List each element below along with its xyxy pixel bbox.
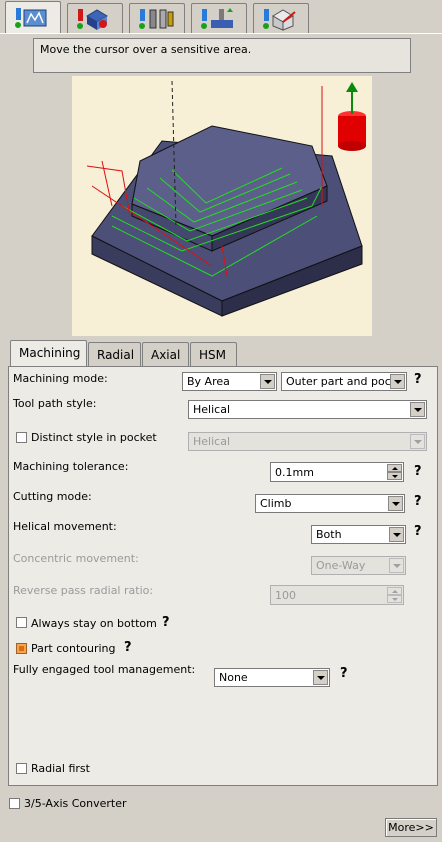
chevron-down-icon[interactable] [410, 402, 425, 417]
cutting-mode-value: Climb [260, 497, 292, 510]
reverse-pass-value: 100 [275, 589, 296, 602]
machining-area-select[interactable]: Outer part and pock [281, 372, 407, 391]
tool-path-style-label: Tool path style: [13, 397, 97, 410]
concentric-movement-value: One-Way [316, 559, 366, 572]
tab-radial-label: Radial [97, 348, 135, 362]
axis-converter-label: 3/5-Axis Converter [24, 797, 127, 810]
machining-mode-label: Machining mode: [13, 372, 108, 385]
macros-tab-icon [263, 8, 296, 31]
geometry-tab-icon [77, 8, 108, 30]
axis-converter-checkbox[interactable] [9, 798, 20, 809]
macros-tab[interactable] [253, 3, 309, 33]
feeds-speeds-tab[interactable] [191, 3, 247, 33]
distinct-style-select: Helical [188, 432, 427, 451]
tab-hsm[interactable]: HSM [190, 342, 237, 366]
hint-box: Move the cursor over a sensitive area. [33, 38, 411, 73]
tab-axial[interactable]: Axial [142, 342, 189, 366]
tolerance-input[interactable]: 0.1mm [270, 462, 404, 482]
distinct-style-checkbox[interactable] [16, 432, 27, 443]
spin-up-icon [387, 587, 402, 595]
always-bottom-checkbox[interactable] [16, 617, 27, 628]
tool-tab-icon [139, 8, 174, 29]
fully-engaged-label: Fully engaged tool management: [13, 663, 196, 676]
help-icon[interactable]: ? [414, 372, 422, 387]
chevron-down-icon[interactable] [388, 496, 403, 511]
hint-text: Move the cursor over a sensitive area. [40, 43, 252, 56]
tab-machining-label: Machining [19, 346, 81, 360]
chevron-down-icon[interactable] [313, 670, 328, 685]
tool-path-style-select[interactable]: Helical [188, 400, 427, 419]
helical-movement-label: Helical movement: [13, 520, 117, 533]
always-bottom-label: Always stay on bottom [31, 617, 157, 630]
tab-hsm-label: HSM [199, 348, 226, 362]
radial-first-checkbox[interactable] [16, 763, 27, 774]
concentric-movement-label: Concentric movement: [13, 552, 139, 565]
distinct-style-value: Helical [193, 435, 230, 448]
fully-engaged-value: None [219, 671, 248, 684]
tolerance-label: Machining tolerance: [13, 460, 129, 473]
tab-axial-label: Axial [151, 348, 181, 362]
tool-path-style-value: Helical [193, 403, 230, 416]
reverse-pass-input: 100 [270, 585, 404, 605]
radial-first-label: Radial first [31, 762, 90, 775]
tool-tab[interactable] [129, 3, 185, 33]
machining-panel [8, 366, 438, 786]
part-contouring-label: Part contouring [31, 642, 116, 655]
strategy-tab-icon [15, 7, 47, 28]
cutting-mode-select[interactable]: Climb [255, 494, 405, 513]
tab-radial[interactable]: Radial [88, 342, 141, 366]
spin-up-icon[interactable] [387, 464, 402, 472]
distinct-style-label: Distinct style in pocket [31, 431, 157, 444]
reverse-pass-label: Reverse pass radial ratio: [13, 584, 154, 597]
cutting-mode-label: Cutting mode: [13, 490, 92, 503]
help-icon[interactable]: ? [414, 464, 422, 479]
helical-movement-select[interactable]: Both [311, 525, 406, 544]
strategy-tab[interactable] [5, 1, 61, 33]
chevron-down-icon [410, 434, 425, 449]
chevron-down-icon[interactable] [390, 374, 405, 389]
chevron-down-icon [389, 558, 404, 573]
tolerance-value: 0.1mm [275, 466, 314, 479]
feeds-speeds-tab-icon [201, 7, 233, 29]
tab-machining[interactable]: Machining [10, 340, 87, 367]
helical-movement-value: Both [316, 528, 342, 541]
machining-mode-value: By Area [187, 375, 230, 388]
tab-separator [0, 33, 442, 34]
machining-mode-select[interactable]: By Area [182, 372, 277, 391]
help-icon[interactable]: ? [414, 494, 422, 509]
chevron-down-icon[interactable] [260, 374, 275, 389]
spin-down-icon[interactable] [387, 472, 402, 480]
fully-engaged-select[interactable]: None [214, 668, 330, 687]
help-icon[interactable]: ? [162, 615, 170, 630]
more-button[interactable]: More>> [385, 818, 437, 837]
chevron-down-icon[interactable] [389, 527, 404, 542]
geometry-tab[interactable] [67, 3, 123, 33]
concentric-movement-select: One-Way [311, 556, 406, 575]
help-icon[interactable]: ? [124, 640, 132, 655]
spin-down-icon [387, 595, 402, 603]
machining-area-value: Outer part and pock [286, 375, 398, 388]
help-icon[interactable]: ? [414, 524, 422, 539]
help-icon[interactable]: ? [340, 666, 348, 681]
part-preview[interactable] [72, 76, 372, 336]
part-contouring-checkbox[interactable] [16, 643, 27, 654]
part-preview-drawing [86, 80, 366, 317]
